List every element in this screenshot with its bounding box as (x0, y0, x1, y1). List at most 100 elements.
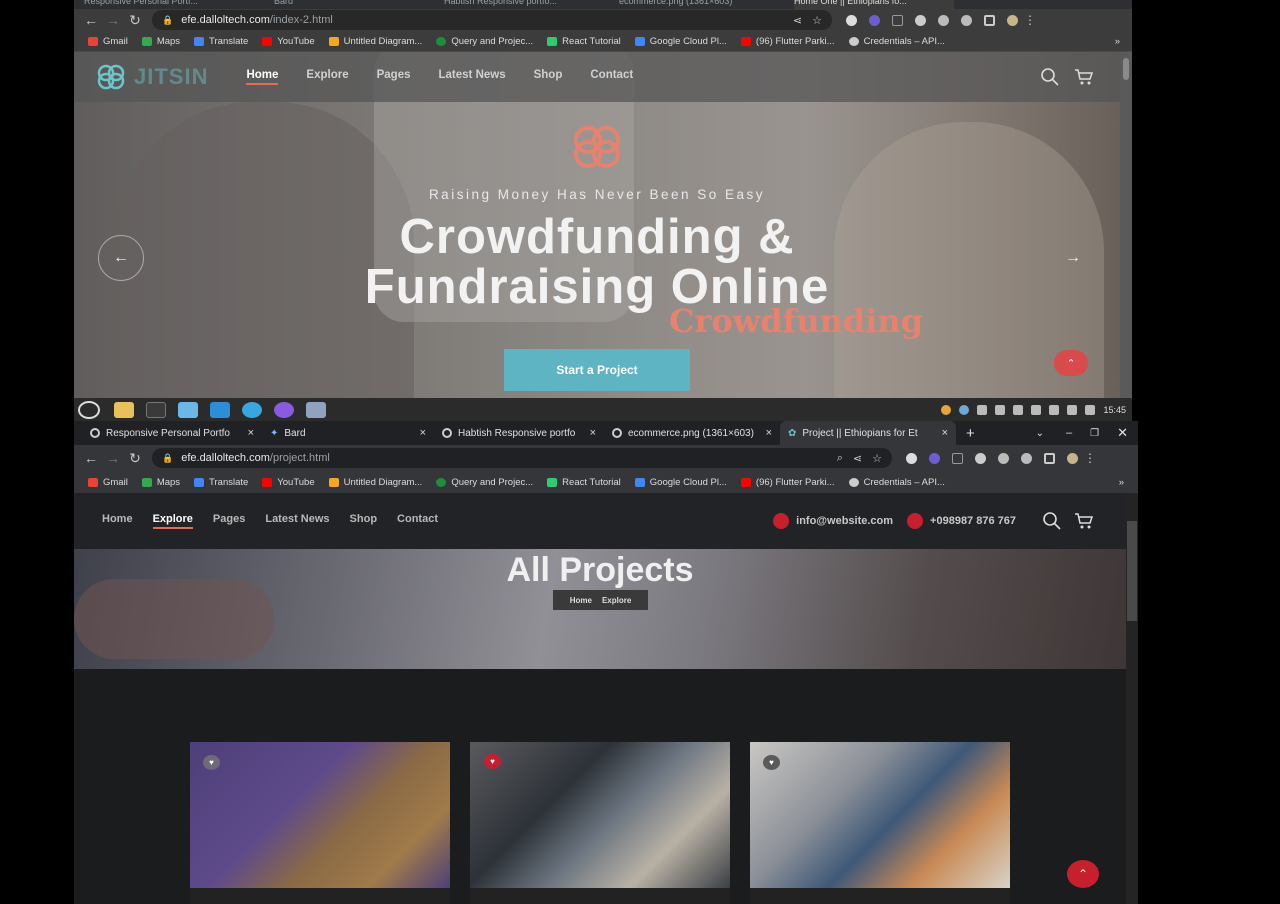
zoom-icon[interactable]: ⌕ (837, 452, 843, 465)
reload-icon[interactable]: ↻ (124, 12, 146, 29)
chrome-icon[interactable] (941, 404, 952, 415)
address-bar[interactable]: 🔒 efe.dalloltech.com/project.html ⌕ ⋖ ☆ (152, 448, 892, 468)
tab-search-icon[interactable]: ⌄ (1036, 428, 1044, 439)
cart-icon[interactable] (1074, 67, 1094, 87)
sidepanel-icon[interactable] (984, 14, 995, 26)
battery-icon[interactable] (1085, 404, 1096, 415)
scrollbar-thumb[interactable] (1127, 521, 1137, 621)
contact-email[interactable]: info@website.com (773, 513, 893, 529)
restore-icon[interactable]: ❐ (1090, 428, 1099, 439)
tab-personal-portfolio[interactable]: Responsive Personal Portfo × (82, 421, 262, 445)
bookmark-translate[interactable]: Translate (194, 36, 248, 47)
menu-home[interactable]: Home (246, 69, 279, 85)
bookmark-query[interactable]: Query and Projec... (436, 36, 533, 47)
bookmark-gcloud[interactable]: Google Cloud Pl... (634, 477, 727, 488)
menu-pages[interactable]: Pages (377, 69, 411, 85)
avatar[interactable] (1007, 14, 1018, 26)
extension-icon[interactable] (929, 452, 940, 464)
forward-icon[interactable]: → (102, 450, 124, 466)
project-card[interactable]: ♥ (190, 742, 450, 904)
search-icon[interactable] (1042, 511, 1062, 531)
extension-icon[interactable] (952, 452, 963, 464)
wifi-icon[interactable] (1049, 404, 1060, 415)
close-tab-icon[interactable]: × (766, 427, 772, 439)
logo-icon[interactable] (94, 64, 128, 90)
bookmark-flutter[interactable]: (96) Flutter Parki... (740, 36, 835, 47)
bookmark-gmail[interactable]: Gmail (88, 36, 128, 47)
next-slide-button[interactable]: → (1050, 235, 1096, 281)
start-menu-icon[interactable] (78, 400, 100, 419)
address-bar[interactable]: 🔒 efe.dalloltech.com/index-2.html ⋖ ☆ (152, 10, 832, 30)
queue-icon[interactable] (998, 452, 1009, 464)
minimize-icon[interactable]: – (1066, 427, 1072, 439)
keyboard-icon[interactable] (995, 404, 1006, 415)
search-icon[interactable] (1040, 67, 1060, 87)
prev-slide-button[interactable]: ← (98, 235, 144, 281)
menu-shop[interactable]: Shop (350, 513, 378, 529)
star-icon[interactable]: ☆ (872, 452, 882, 465)
project-image[interactable] (750, 742, 1010, 888)
printer-icon[interactable] (1031, 404, 1042, 415)
menu-icon[interactable]: ⋮ (1084, 451, 1096, 465)
tab-ecommerce[interactable]: ecommerce.png (1361×603) × (604, 421, 780, 445)
tab-habtish[interactable]: Habtish Responsive portfo × (434, 421, 604, 445)
project-image[interactable] (190, 742, 450, 888)
extension-icon[interactable] (906, 452, 917, 464)
puzzle-icon[interactable] (975, 452, 986, 464)
terminal-icon[interactable] (146, 401, 166, 418)
tab-2[interactable]: Bard (274, 0, 424, 9)
extension-icon[interactable] (892, 14, 903, 26)
favorite-icon[interactable]: ♥ (763, 755, 780, 770)
sidepanel-icon[interactable] (1044, 452, 1055, 464)
queue-icon[interactable] (938, 14, 949, 26)
favorite-icon[interactable]: ♥ (484, 754, 501, 769)
folder-icon[interactable] (114, 401, 134, 418)
close-tab-icon[interactable]: × (248, 427, 254, 439)
screenshot-icon[interactable] (306, 401, 326, 418)
start-project-button[interactable]: Start a Project (504, 349, 690, 391)
project-card[interactable]: ♥ (750, 742, 1010, 904)
share-icon[interactable]: ⋖ (853, 452, 862, 465)
new-tab-button[interactable]: + (966, 425, 975, 442)
extension-icon[interactable] (869, 14, 880, 26)
bluetooth-icon[interactable] (977, 404, 988, 415)
scroll-top-button[interactable]: ⌃ (1054, 350, 1088, 376)
github-icon[interactable] (274, 401, 294, 418)
bookmark-gcloud[interactable]: Google Cloud Pl... (634, 36, 727, 47)
bookmark-react[interactable]: React Tutorial (547, 477, 621, 488)
bookmark-credentials[interactable]: Credentials – API... (848, 36, 945, 47)
bookmark-maps[interactable]: Maps (141, 477, 180, 488)
cart-icon[interactable] (1074, 511, 1094, 531)
network-manager-icon[interactable] (959, 404, 970, 415)
shield-icon[interactable] (1013, 404, 1024, 415)
telegram-icon[interactable] (242, 401, 262, 418)
project-card[interactable]: ♥ (470, 742, 730, 904)
favorite-icon[interactable]: ♥ (203, 755, 220, 770)
scroll-top-button[interactable]: ⌃ (1067, 860, 1099, 888)
tab-project-active[interactable]: ✿ Project || Ethiopians for Et × (780, 421, 956, 445)
menu-contact[interactable]: Contact (590, 69, 633, 85)
close-tab-icon[interactable]: × (590, 427, 596, 439)
breadcrumb-home[interactable]: Home (570, 596, 592, 605)
close-tab-icon[interactable]: × (420, 427, 426, 439)
bookmark-diagram[interactable]: Untitled Diagram... (328, 477, 422, 488)
tab-5-active[interactable]: Home One || Ethiopians fo... (794, 0, 954, 9)
close-window-icon[interactable]: ✕ (1117, 425, 1128, 441)
bookmark-credentials[interactable]: Credentials – API... (848, 477, 945, 488)
vscode-icon[interactable] (210, 401, 230, 418)
bookmark-translate[interactable]: Translate (194, 477, 248, 488)
scrollbar[interactable] (1120, 52, 1132, 398)
bookmark-gmail[interactable]: Gmail (88, 477, 128, 488)
menu-latest-news[interactable]: Latest News (439, 69, 506, 85)
music-icon[interactable] (1067, 404, 1078, 415)
tab-4[interactable]: ecommerce.png (1361×603) (619, 0, 779, 9)
bookmark-react[interactable]: React Tutorial (547, 36, 621, 47)
extension-icon[interactable] (846, 14, 857, 26)
menu-explore[interactable]: Explore (152, 513, 193, 529)
back-icon[interactable]: ← (80, 450, 102, 466)
bookmark-youtube[interactable]: YouTube (262, 477, 315, 488)
tab-1[interactable]: Responsive Personal Portf... (84, 0, 234, 9)
scrollbar[interactable] (1126, 493, 1138, 904)
tab-3[interactable]: Habtish Responsive portfo... (444, 0, 594, 9)
bookmark-flutter[interactable]: (96) Flutter Parki... (740, 477, 835, 488)
